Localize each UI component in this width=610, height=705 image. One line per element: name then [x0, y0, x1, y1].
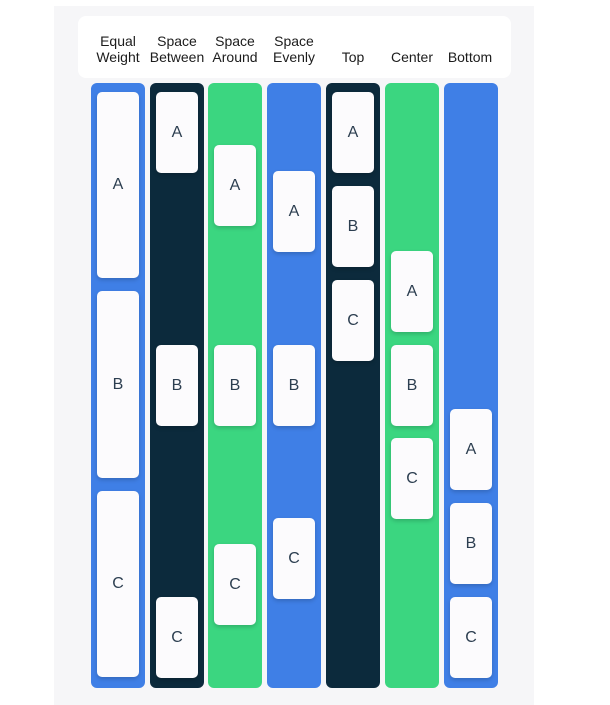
card-c[interactable]: C [97, 491, 139, 677]
column-space-between: A B C [150, 83, 204, 688]
card-b[interactable]: B [332, 186, 374, 267]
header-label-space-between: Space Between [149, 33, 205, 65]
column-bottom: A B C [444, 83, 498, 688]
header-label-space-evenly: Space Evenly [272, 33, 316, 65]
card-b[interactable]: B [273, 345, 315, 426]
card-a[interactable]: A [450, 409, 492, 490]
card-b[interactable]: B [97, 291, 139, 478]
header-label-bottom: Bottom [447, 49, 493, 65]
card-a[interactable]: A [156, 92, 198, 173]
card-c[interactable]: C [156, 597, 198, 678]
column-center: A B C [385, 83, 439, 688]
card-c[interactable]: C [450, 597, 492, 678]
header-label-space-around: Space Around [212, 33, 258, 65]
card-b[interactable]: B [391, 345, 433, 426]
card-c[interactable]: C [391, 438, 433, 519]
card-b[interactable]: B [450, 503, 492, 584]
card-a[interactable]: A [391, 251, 433, 332]
card-c[interactable]: C [214, 544, 256, 625]
card-a[interactable]: A [214, 145, 256, 226]
card-a[interactable]: A [97, 92, 139, 278]
column-header-bar: Equal Weight Space Between Space Around … [78, 16, 511, 78]
column-top: A B C [326, 83, 380, 688]
header-label-center: Center [390, 49, 434, 65]
card-c[interactable]: C [332, 280, 374, 361]
column-space-evenly: A B C [267, 83, 321, 688]
card-a[interactable]: A [332, 92, 374, 173]
card-b[interactable]: B [214, 345, 256, 426]
card-a[interactable]: A [273, 171, 315, 252]
column-space-around: A B C [208, 83, 262, 688]
column-equal-weight: A B C [91, 83, 145, 688]
header-label-top: Top [341, 49, 365, 65]
card-c[interactable]: C [273, 518, 315, 599]
card-b[interactable]: B [156, 345, 198, 426]
header-label-equal-weight: Equal Weight [96, 33, 140, 65]
